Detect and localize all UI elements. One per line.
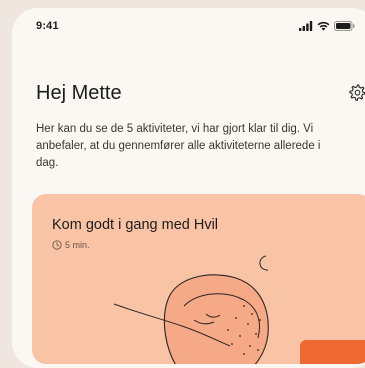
activity-duration: 5 min. bbox=[52, 240, 90, 250]
gear-icon[interactable] bbox=[348, 83, 365, 102]
phone-screen: 9:41 Hej Mette Her kan du se de 5 aktivi… bbox=[12, 8, 365, 368]
page-title: Hej Mette bbox=[36, 82, 122, 104]
start-activity-button[interactable] bbox=[300, 340, 365, 364]
status-icons bbox=[299, 21, 355, 31]
clock-icon bbox=[52, 240, 62, 250]
duration-label: 5 min. bbox=[65, 240, 90, 250]
status-bar: 9:41 bbox=[12, 8, 365, 48]
status-time: 9:41 bbox=[36, 20, 59, 32]
intro-text: Her kan du se de 5 aktiviteter, vi har g… bbox=[36, 123, 321, 169]
battery-icon bbox=[334, 21, 355, 31]
activity-title: Kom godt i gang med Hvil bbox=[52, 217, 219, 233]
wifi-icon bbox=[317, 21, 330, 31]
activity-card[interactable]: Kom godt i gang med Hvil 5 min. bbox=[32, 194, 365, 364]
signal-icon bbox=[299, 21, 313, 31]
